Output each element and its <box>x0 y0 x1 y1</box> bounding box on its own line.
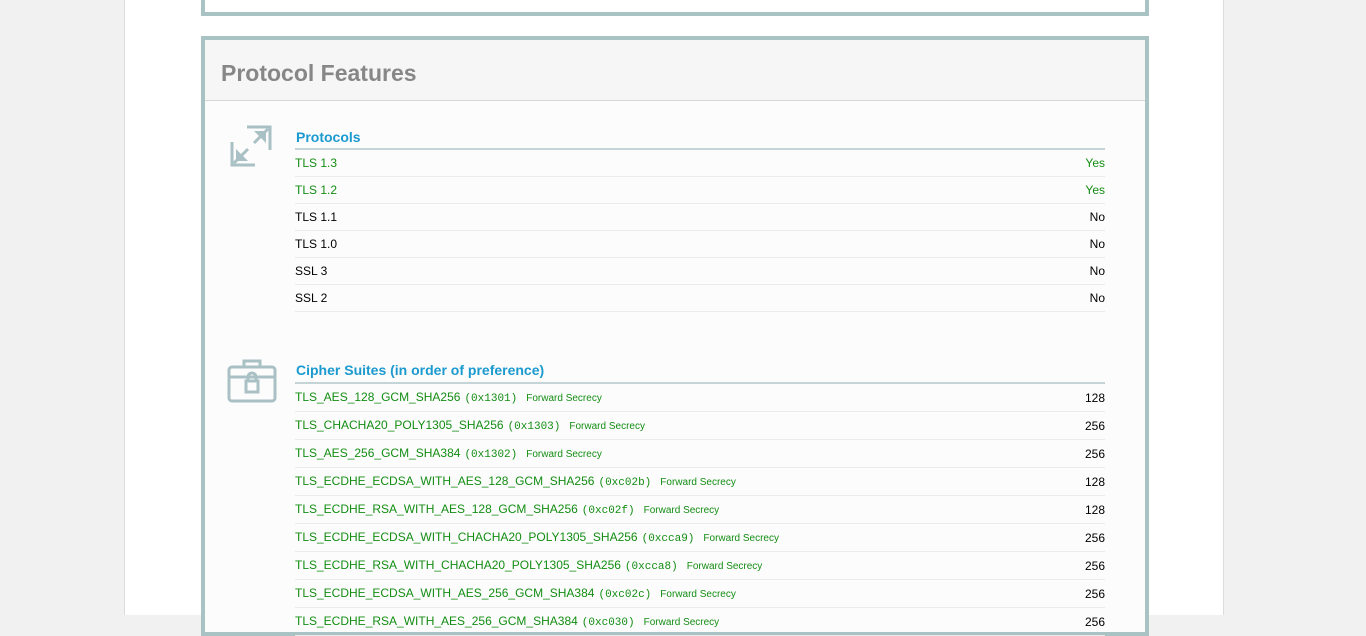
protocol-name: TLS 1.3 <box>295 156 338 170</box>
cipher-suites-title: Cipher Suites (in order of preference) <box>295 358 1105 384</box>
cipher-bits: 256 <box>1084 614 1105 629</box>
section-title: Protocol Features <box>221 60 417 86</box>
cipher-code: (0xc02c) <box>598 589 652 601</box>
section-header: Protocol Features <box>205 40 1145 101</box>
cipher-bits: 256 <box>1084 418 1105 433</box>
cipher-name: TLS_AES_256_GCM_SHA384 <box>295 446 461 460</box>
protocol-value: Yes <box>1085 183 1105 197</box>
cipher-code: (0x1303) <box>507 421 561 433</box>
forward-secrecy-label: Forward Secrecy <box>660 589 736 600</box>
protocol-row: SSL 2 No <box>295 285 1105 312</box>
cipher-code: (0x1301) <box>464 393 518 405</box>
cipher-bits: 128 <box>1084 474 1105 489</box>
cipher-code: (0xc02f) <box>581 505 635 517</box>
cipher-row: TLS_ECDHE_RSA_WITH_CHACHA20_POLY1305_SHA… <box>295 552 1105 580</box>
protocols-title: Protocols <box>295 126 1105 150</box>
forward-secrecy-label: Forward Secrecy <box>703 533 779 544</box>
cipher-code: (0x1302) <box>464 449 518 461</box>
cipher-name: TLS_ECDHE_ECDSA_WITH_AES_256_GCM_SHA384 <box>295 586 595 600</box>
cipher-row: TLS_ECDHE_ECDSA_WITH_AES_256_GCM_SHA384(… <box>295 580 1105 608</box>
cipher-bits: 256 <box>1084 586 1105 601</box>
protocol-row: TLS 1.1 No <box>295 204 1105 231</box>
protocol-name: TLS 1.2 <box>295 183 338 197</box>
cipher-name: TLS_ECDHE_ECDSA_WITH_CHACHA20_POLY1305_S… <box>295 530 638 544</box>
protocol-row: TLS 1.2 Yes <box>295 177 1105 204</box>
cipher-bits: 128 <box>1084 390 1105 405</box>
forward-secrecy-label: Forward Secrecy <box>660 477 736 488</box>
cipher-bits: 256 <box>1084 530 1105 545</box>
cipher-row: TLS_CHACHA20_POLY1305_SHA256 (0x1303) Forw… <box>295 412 1105 440</box>
protocol-features-section: Protocol Features Protocols TLS 1.3 Yes TL… <box>201 36 1149 636</box>
protocol-name: SSL 2 <box>295 291 328 305</box>
cipher-row: TLS_ECDHE_ECDSA_WITH_CHACHA20_POLY1305_S… <box>295 524 1105 552</box>
cipher-name: TLS_AES_128_GCM_SHA256 <box>295 390 461 404</box>
cipher-row: TLS_AES_128_GCM_SHA256 (0x1301) Forward Se… <box>295 384 1105 412</box>
lock-briefcase-icon <box>227 359 277 403</box>
cipher-suites-list: TLS_AES_128_GCM_SHA256 (0x1301) Forward Se… <box>295 384 1105 636</box>
protocol-value: No <box>1089 237 1105 251</box>
cipher-info: TLS_ECDHE_ECDSA_WITH_AES_256_GCM_SHA384(… <box>295 586 736 601</box>
forward-secrecy-label: Forward Secrecy <box>526 449 602 460</box>
cipher-bits: 256 <box>1084 558 1105 573</box>
cipher-bits: 128 <box>1084 502 1105 517</box>
protocols-block: Protocols TLS 1.3 Yes TLS 1.2 Yes TLS 1.1 No T… <box>295 126 1105 312</box>
forward-secrecy-label: Forward Secrecy <box>643 505 720 516</box>
cipher-info: TLS_ECDHE_RSA_WITH_AES_256_GCM_SHA384 (0x… <box>295 614 719 629</box>
forward-secrecy-label: Forward Secrecy <box>686 561 763 572</box>
cipher-name: TLS_CHACHA20_POLY1305_SHA256 <box>295 418 504 432</box>
cipher-name: TLS_ECDHE_RSA_WITH_AES_256_GCM_SHA384 <box>295 614 578 628</box>
cipher-suites-block: Cipher Suites (in order of preference) T… <box>295 358 1105 636</box>
cipher-info: TLS_ECDHE_ECDSA_WITH_CHACHA20_POLY1305_S… <box>295 530 779 545</box>
cipher-info: TLS_AES_128_GCM_SHA256 (0x1301) Forward Se… <box>295 390 602 405</box>
cipher-code: (0xc02b) <box>598 477 652 489</box>
protocol-row: TLS 1.0 No <box>295 231 1105 258</box>
protocol-value: No <box>1089 210 1105 224</box>
cipher-bits: 256 <box>1084 446 1105 461</box>
protocol-name: TLS 1.1 <box>295 210 338 224</box>
cipher-row: TLS_AES_256_GCM_SHA384 (0x1302) Forward Se… <box>295 440 1105 468</box>
protocol-value: No <box>1089 291 1105 305</box>
cipher-name: TLS_ECDHE_ECDSA_WITH_AES_128_GCM_SHA256 <box>295 474 595 488</box>
protocol-row: SSL 3 No <box>295 258 1105 285</box>
cipher-info: TLS_CHACHA20_POLY1305_SHA256 (0x1303) Forw… <box>295 418 645 433</box>
cipher-code: (0xcca8) <box>624 561 678 573</box>
forward-secrecy-label: Forward Secrecy <box>569 421 645 432</box>
cipher-name: TLS_ECDHE_RSA_WITH_AES_128_GCM_SHA256 <box>295 502 578 516</box>
forward-secrecy-label: Forward Secrecy <box>643 617 720 628</box>
cipher-row: TLS_ECDHE_ECDSA_WITH_AES_128_GCM_SHA256(… <box>295 468 1105 496</box>
protocol-row: TLS 1.3 Yes <box>295 150 1105 177</box>
protocol-name: SSL 3 <box>295 264 328 278</box>
protocol-value: Yes <box>1085 156 1105 170</box>
cipher-info: TLS_ECDHE_ECDSA_WITH_AES_128_GCM_SHA256(… <box>295 474 736 489</box>
cipher-info: TLS_AES_256_GCM_SHA384 (0x1302) Forward Se… <box>295 446 602 461</box>
cipher-info: TLS_ECDHE_RSA_WITH_AES_128_GCM_SHA256 (0x… <box>295 502 719 517</box>
cipher-name: TLS_ECDHE_RSA_WITH_CHACHA20_POLY1305_SHA… <box>295 558 621 572</box>
cipher-row: TLS_ECDHE_RSA_WITH_AES_256_GCM_SHA384 (0x… <box>295 608 1105 636</box>
previous-section-box <box>201 0 1149 16</box>
arrows-expand-icon <box>230 125 272 167</box>
protocol-value: No <box>1089 264 1105 278</box>
protocols-list: TLS 1.3 Yes TLS 1.2 Yes TLS 1.1 No TLS 1.0 No SS… <box>295 150 1105 312</box>
cipher-info: TLS_ECDHE_RSA_WITH_CHACHA20_POLY1305_SHA… <box>295 558 762 573</box>
forward-secrecy-label: Forward Secrecy <box>526 393 602 404</box>
cipher-row: TLS_ECDHE_RSA_WITH_AES_128_GCM_SHA256 (0x… <box>295 496 1105 524</box>
cipher-code: (0xcca9) <box>641 533 695 545</box>
protocol-name: TLS 1.0 <box>295 237 338 251</box>
cipher-code: (0xc030) <box>581 617 635 629</box>
